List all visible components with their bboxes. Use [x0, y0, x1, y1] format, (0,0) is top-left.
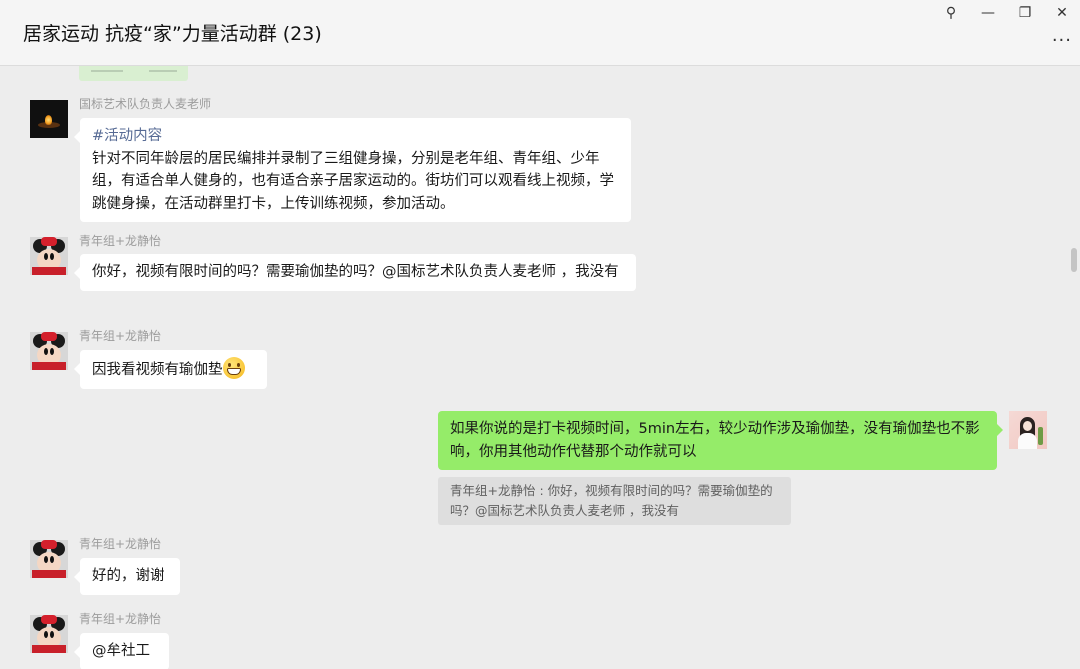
- message-bubble[interactable]: 好的，谢谢: [74, 558, 180, 595]
- sender-name: 青年组+龙静怡: [79, 612, 162, 626]
- quoted-text: 青年组+龙静怡 : 你好，视频有限时间的吗？需要瑜伽垫的吗？@国标艺术队负责人麦…: [450, 483, 773, 518]
- sender-name: 青年组+龙静怡: [79, 234, 162, 248]
- message-bubble[interactable]: #活动内容 针对不同年龄层的居民编排并录制了三组健身操，分别是老年组、青年组、少…: [74, 118, 631, 222]
- message-text: 如果你说的是打卡视频时间，5min左右，较少动作涉及瑜伽垫，没有瑜伽垫也不影响，…: [450, 421, 980, 460]
- scrollbar-thumb[interactable]: [1071, 248, 1077, 272]
- sender-name: 青年组+龙静怡: [79, 329, 162, 343]
- restore-icon[interactable]: ❐: [1014, 3, 1036, 23]
- sender-name: 国标艺术队负责人麦老师: [79, 97, 212, 111]
- message-bubble[interactable]: @牟社工: [74, 633, 169, 669]
- my-avatar[interactable]: [1009, 411, 1047, 449]
- message-text: @牟社工: [92, 643, 150, 659]
- message-text: 你好，视频有限时间的吗？需要瑜伽垫的吗？@国标艺术队负责人麦老师 ，我没有: [92, 264, 619, 280]
- hashtag-link[interactable]: #活动内容: [92, 125, 619, 148]
- close-icon[interactable]: ✕: [1051, 3, 1073, 23]
- sender-name: 青年组+龙静怡: [79, 537, 162, 551]
- message-list[interactable]: 国标艺术队负责人麦老师 #活动内容 针对不同年龄层的居民编排并录制了三组健身操，…: [0, 66, 1080, 669]
- message-bubble[interactable]: 你好，视频有限时间的吗？需要瑜伽垫的吗？@国标艺术队负责人麦老师 ，我没有: [74, 254, 636, 291]
- avatar[interactable]: [30, 332, 68, 370]
- grinning-emoji-icon: [222, 357, 245, 379]
- avatar[interactable]: [30, 237, 68, 275]
- avatar[interactable]: [30, 540, 68, 578]
- message-text: 针对不同年龄层的居民编排并录制了三组健身操，分别是老年组、青年组、少年组，有适合…: [92, 150, 614, 212]
- message-text: 因我看视频有瑜伽垫: [92, 362, 223, 378]
- avatar[interactable]: [30, 615, 68, 653]
- avatar[interactable]: [30, 100, 68, 138]
- message-text: 好的，谢谢: [92, 568, 165, 584]
- more-options-icon[interactable]: ···: [1052, 30, 1072, 51]
- my-message-bubble[interactable]: 如果你说的是打卡视频时间，5min左右，较少动作涉及瑜伽垫，没有瑜伽垫也不影响，…: [438, 411, 1003, 470]
- image-message-thumbnail[interactable]: [79, 66, 188, 81]
- quoted-message[interactable]: 青年组+龙静怡 : 你好，视频有限时间的吗？需要瑜伽垫的吗？@国标艺术队负责人麦…: [438, 477, 791, 525]
- pin-icon[interactable]: ⚲: [940, 3, 962, 23]
- chat-header: 居家运动 抗疫“家”力量活动群 (23) ⚲ — ❐ ✕ ···: [0, 0, 1080, 66]
- minimize-icon[interactable]: —: [977, 3, 999, 23]
- chat-title: 居家运动 抗疫“家”力量活动群 (23): [23, 23, 322, 45]
- message-bubble[interactable]: 因我看视频有瑜伽垫: [74, 350, 267, 389]
